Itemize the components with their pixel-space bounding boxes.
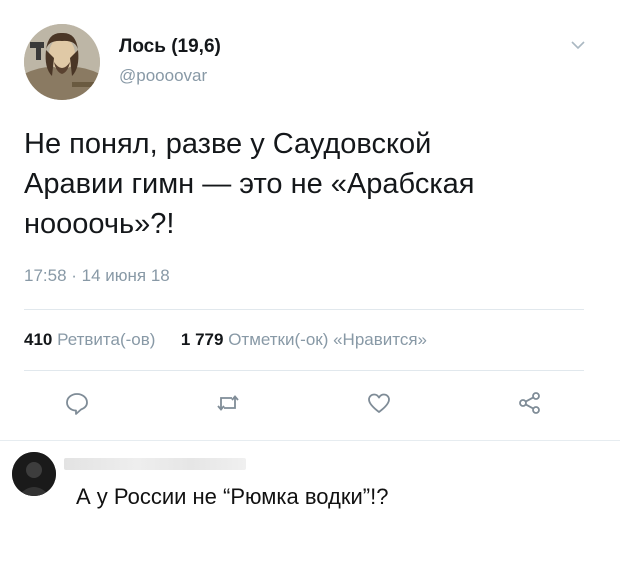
tweet-card: Лось (19,6) @poooovar Не понял, разве у … bbox=[0, 0, 620, 440]
tweet-timestamp[interactable]: 17:58 · 14 июня 18 bbox=[24, 266, 170, 286]
like-icon[interactable] bbox=[366, 390, 392, 416]
divider bbox=[24, 370, 584, 371]
comment-text: А у России не “Рюмка водки”!? bbox=[76, 484, 389, 509]
tweet-text: Не понял, разве у Саудовской Аравии гимн… bbox=[24, 128, 475, 240]
tweet-stats: 410 Ретвита(-ов) 1 779 Отметки(-ок) «Нра… bbox=[24, 330, 427, 350]
share-icon[interactable] bbox=[517, 390, 543, 416]
author-handle[interactable]: @poooovar bbox=[119, 66, 207, 86]
likes-count[interactable]: 1 779 bbox=[181, 330, 224, 349]
divider bbox=[24, 309, 584, 310]
retweets-label[interactable]: Ретвита(-ов) bbox=[57, 330, 155, 349]
chevron-down-icon[interactable] bbox=[569, 38, 587, 52]
retweet-icon[interactable] bbox=[215, 390, 241, 416]
comment-author-redacted bbox=[64, 458, 246, 470]
user-avatar-icon[interactable] bbox=[12, 452, 56, 496]
avatar-image bbox=[24, 24, 100, 100]
likes-label[interactable]: Отметки(-ок) «Нравится» bbox=[228, 330, 427, 349]
retweets-count[interactable]: 410 bbox=[24, 330, 52, 349]
reply-icon[interactable] bbox=[64, 390, 90, 416]
user-avatar-icon[interactable] bbox=[24, 24, 100, 100]
author-name[interactable]: Лось (19,6) bbox=[119, 36, 221, 58]
section-separator bbox=[0, 440, 620, 441]
